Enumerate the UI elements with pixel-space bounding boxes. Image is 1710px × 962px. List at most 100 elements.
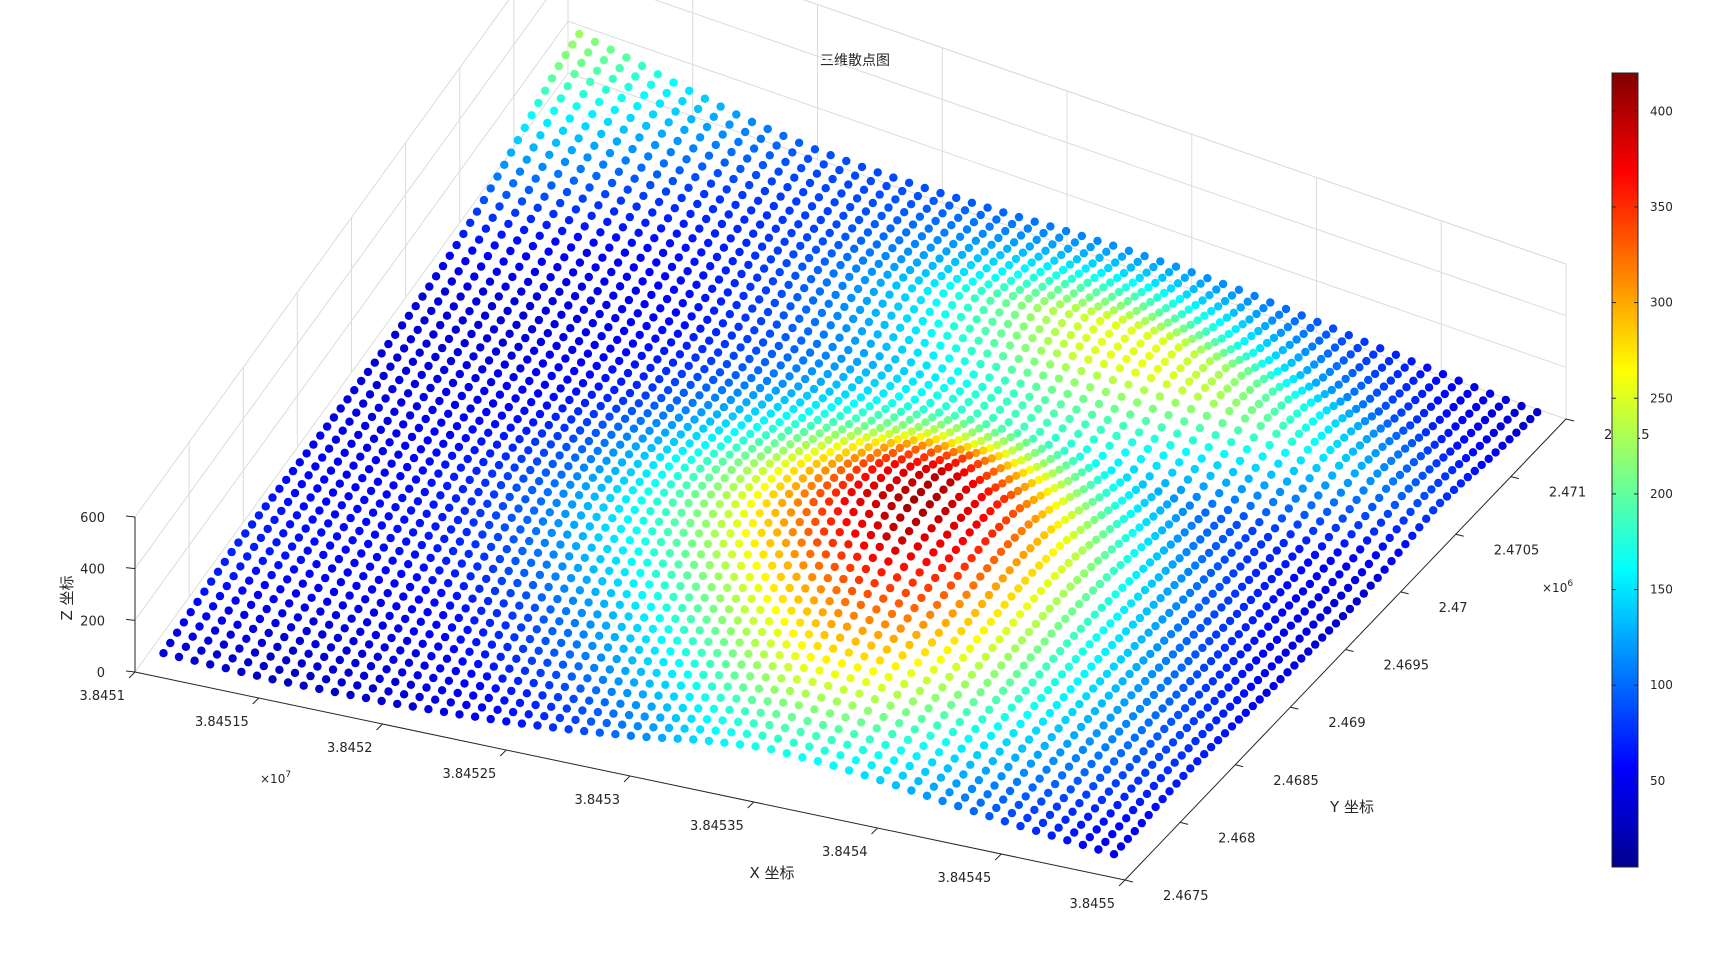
scatter-point — [1291, 390, 1300, 399]
scatter-point — [1167, 717, 1176, 726]
scatter-point — [755, 295, 764, 304]
scatter-point — [357, 549, 366, 558]
scatter-point — [543, 658, 552, 667]
scatter-point — [1093, 475, 1102, 485]
y-tick-mark — [1180, 821, 1189, 825]
scatter-point — [458, 316, 467, 325]
scatter-point — [1154, 487, 1163, 496]
scatter-point — [745, 354, 754, 364]
scatter-point — [881, 740, 890, 750]
scatter-point — [1131, 368, 1140, 377]
scatter-point — [1021, 792, 1030, 801]
scatter-point — [1260, 581, 1269, 591]
scatter-point — [289, 565, 299, 574]
scatter-point — [997, 661, 1006, 670]
scatter-point — [899, 273, 908, 282]
scatter-point — [244, 658, 253, 667]
scatter-point — [1145, 472, 1154, 481]
scatter-point — [1252, 379, 1262, 388]
scatter-point — [746, 429, 755, 438]
scatter-point — [877, 683, 886, 692]
scatter-point — [856, 393, 866, 402]
scatter-point — [757, 242, 767, 251]
scatter-point — [1290, 573, 1299, 583]
scatter-point — [856, 497, 865, 507]
scatter-point — [733, 388, 742, 397]
scatter-point — [759, 550, 768, 559]
scatter-point — [1255, 518, 1264, 527]
scatter-point — [186, 608, 195, 617]
scatter-point — [865, 735, 874, 744]
scatter-point — [1262, 688, 1271, 697]
scatter-point — [522, 591, 531, 600]
y-tick-mark — [1345, 649, 1354, 652]
scatter-point — [866, 530, 876, 540]
scatter-point — [617, 305, 627, 314]
scatter-point — [808, 434, 817, 444]
scatter-point — [863, 386, 872, 395]
scatter-point — [1064, 558, 1073, 568]
scatter-point — [1328, 324, 1338, 333]
scatter-point — [1449, 402, 1458, 412]
scatter-point — [1252, 656, 1261, 665]
scatter-point — [739, 683, 748, 692]
scatter-point — [1215, 582, 1224, 592]
scatter-point — [600, 277, 609, 286]
scatter-point — [614, 677, 623, 686]
scatter-point — [1189, 717, 1199, 726]
scatter-point — [592, 361, 601, 371]
scatter-point — [1128, 712, 1138, 721]
scatter-point — [1360, 337, 1369, 346]
scatter-point — [844, 180, 853, 189]
scatter-point — [1312, 463, 1321, 473]
scatter-point — [502, 381, 511, 391]
scatter-point — [1127, 326, 1136, 335]
scatter-point — [489, 325, 499, 334]
scatter-point — [566, 243, 576, 252]
scatter-point — [1097, 511, 1106, 520]
scatter-point — [328, 665, 338, 674]
scatter-point — [556, 384, 565, 393]
scatter-point — [642, 732, 651, 742]
scatter-point — [1381, 484, 1391, 493]
scatter-point — [981, 326, 990, 336]
scatter-point — [1071, 655, 1081, 664]
scatter-point — [1031, 619, 1041, 629]
scatter-point — [494, 292, 503, 301]
scatter-point — [411, 475, 421, 484]
scatter-point — [1460, 435, 1469, 444]
scatter-point — [1281, 648, 1290, 657]
scatter-point — [337, 678, 346, 687]
scatter-point — [1408, 531, 1417, 540]
scatter-point — [1309, 620, 1318, 629]
scatter-point — [943, 416, 953, 425]
scatter-point — [552, 341, 561, 351]
scatter-point — [1210, 610, 1219, 619]
scatter-point — [562, 704, 571, 713]
scatter-point — [972, 635, 982, 644]
scatter-point — [763, 307, 773, 317]
scatter-point — [534, 477, 544, 486]
scatter-point — [827, 403, 836, 412]
scatter-point — [732, 110, 741, 119]
scatter-point — [696, 324, 705, 333]
scatter-point — [962, 379, 971, 388]
scatter-point — [245, 576, 254, 585]
scatter-point — [726, 395, 735, 405]
scatter-point — [1094, 302, 1103, 311]
scatter-point — [585, 696, 594, 705]
scatter-point — [434, 642, 443, 651]
scatter-point — [1182, 548, 1191, 557]
scatter-point — [837, 189, 846, 198]
scatter-point — [431, 352, 440, 362]
scatter-point — [1310, 437, 1319, 447]
scatter-point — [1267, 662, 1277, 671]
scatter-point — [1269, 333, 1279, 343]
scatter-point — [1175, 730, 1185, 740]
scatter-point — [644, 487, 653, 496]
scatter-point — [549, 106, 559, 116]
scatter-point — [295, 636, 305, 646]
scatter-point — [995, 635, 1004, 644]
scatter-point — [658, 559, 668, 568]
scatter-point — [1030, 357, 1039, 366]
